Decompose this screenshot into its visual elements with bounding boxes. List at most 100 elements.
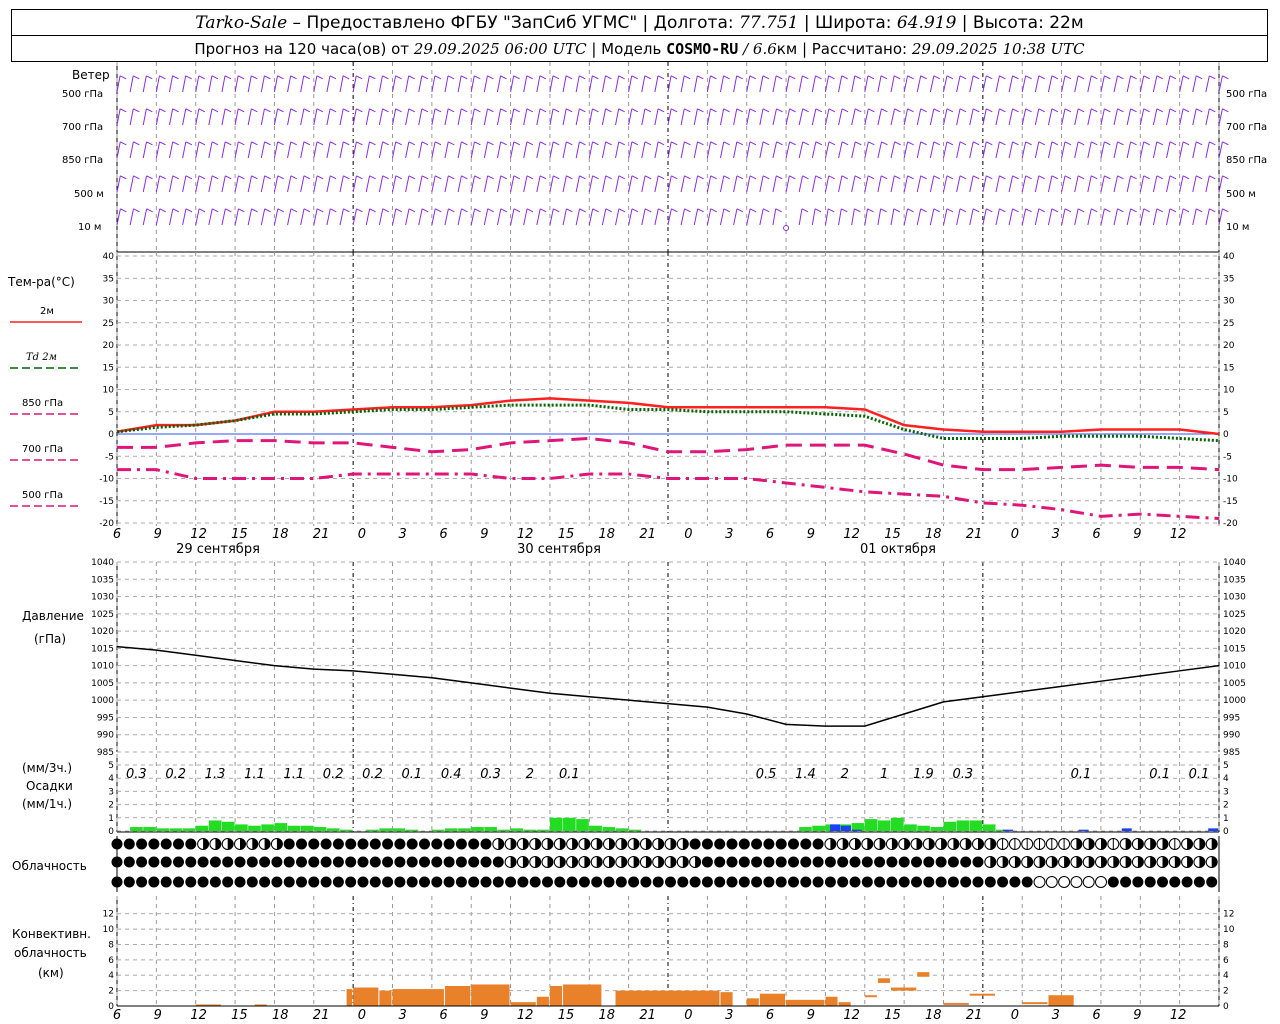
- cloud-overcast-icon: [935, 856, 947, 868]
- wind-barb-shaft: [772, 108, 777, 126]
- wind-barb-shaft: [1139, 208, 1145, 226]
- precip-bar: [602, 827, 616, 831]
- wind-barb-flag: [1130, 141, 1137, 146]
- y-tick-label: 1040: [91, 558, 114, 568]
- wind-barb-flag: [461, 208, 468, 213]
- wind-barb-flag: [828, 175, 835, 180]
- wind-barb-shaft: [1218, 208, 1223, 226]
- wind-barb-flag: [539, 75, 547, 80]
- wind-barb-shaft: [916, 175, 922, 193]
- wind-barb-flag: [343, 141, 350, 146]
- cloud-overcast-icon: [947, 876, 959, 888]
- precip-3h-label: 1.4: [795, 767, 816, 782]
- wind-barb-shaft: [326, 108, 331, 126]
- wind-barb-flag: [670, 108, 678, 113]
- wind-barb-shaft: [798, 75, 803, 93]
- wind-barb-flag: [592, 75, 599, 80]
- wind-barb-shaft: [654, 175, 659, 193]
- wind-barb-flag: [670, 75, 678, 80]
- cloud-partial-fill: [1211, 838, 1218, 850]
- wind-barb-flag: [841, 175, 849, 180]
- cloud-overcast-icon: [640, 876, 652, 888]
- wind-barb-shaft: [956, 75, 961, 93]
- wind-barb-flag: [552, 75, 560, 80]
- wind-barb-flag: [1077, 75, 1085, 80]
- wind-barb-shaft: [890, 108, 896, 126]
- y-tick-label: 0: [108, 430, 114, 440]
- cloud-overcast-icon: [455, 876, 467, 888]
- wind-barb-flag: [618, 75, 625, 80]
- precip-bar: [904, 824, 917, 831]
- precip-bar: [392, 828, 406, 831]
- x-hour-label: 3: [725, 527, 733, 542]
- wind-barb-shaft: [1205, 75, 1210, 93]
- y-tick-label-right: 4: [1223, 971, 1229, 981]
- wind-barb-shaft: [916, 141, 922, 159]
- wind-barb-flag: [605, 175, 612, 180]
- x-hour-label-bottom: 9: [154, 1008, 162, 1023]
- cloud-overcast-icon: [308, 856, 320, 868]
- cloud-partial-fill: [891, 838, 898, 850]
- wind-barb-shaft: [221, 75, 226, 93]
- wind-barb-flag: [762, 75, 770, 80]
- wind-barb-shaft: [483, 175, 489, 193]
- wind-barb-shaft: [510, 208, 515, 226]
- x-hour-label: 9: [1133, 527, 1141, 542]
- wind-barb-shaft: [1061, 208, 1066, 226]
- wind-barb-flag: [933, 208, 941, 213]
- wind-barb-shaft: [431, 208, 436, 226]
- wind-barb-shaft: [352, 108, 357, 126]
- wind-barb-flag: [618, 108, 625, 113]
- cloud-overcast-icon: [800, 838, 812, 850]
- wind-barb-flag: [684, 108, 691, 113]
- wind-barb-shaft: [654, 208, 659, 226]
- x-hour-label: 9: [807, 527, 815, 542]
- wind-barb-shaft: [641, 108, 646, 126]
- y-tick-label: 1005: [91, 679, 114, 689]
- wind-barb-flag: [434, 175, 442, 180]
- wind-barb-flag: [369, 208, 376, 213]
- convective-bar: [891, 987, 917, 991]
- cloud-overcast-icon: [517, 876, 529, 888]
- wind-barb-flag: [710, 75, 717, 80]
- wind-barb-shaft: [1152, 108, 1158, 126]
- wind-barb-shaft: [785, 108, 791, 126]
- cloud-overcast-icon: [283, 856, 295, 868]
- wind-barb-shaft: [260, 141, 266, 159]
- wind-barb-flag: [907, 108, 914, 113]
- wind-barb-flag: [185, 75, 192, 80]
- x-hour-label-bottom: 18: [925, 1008, 942, 1023]
- wind-barb-flag: [1038, 108, 1045, 113]
- wind-barb-shaft: [851, 208, 855, 226]
- wind-barb-shaft: [562, 208, 567, 226]
- wind-barb-shaft: [1034, 208, 1040, 226]
- cloud-partial-fill: [240, 838, 246, 850]
- wind-barb-shaft: [969, 175, 974, 193]
- x-hour-label: 21: [966, 527, 983, 542]
- wind-barb-shaft: [1218, 108, 1223, 126]
- wind-barb-shaft: [969, 75, 974, 93]
- wind-barb-flag: [120, 208, 127, 213]
- wind-barb-shaft: [1047, 141, 1053, 159]
- wind-barb-flag: [579, 75, 586, 80]
- y-tick-label: 2: [108, 987, 114, 997]
- wind-barb-shaft: [418, 141, 423, 159]
- wind-barb-flag: [303, 75, 310, 80]
- wind-barb-flag: [198, 141, 206, 146]
- wind-barb-flag: [671, 175, 678, 180]
- wind-barb-flag: [1195, 141, 1203, 146]
- wind-barb-flag: [867, 75, 875, 80]
- wind-barb-shaft: [378, 175, 384, 193]
- wind-barb-flag: [526, 75, 533, 80]
- wind-barb-flag: [238, 175, 245, 180]
- wind-barb-flag: [251, 208, 258, 213]
- wind-barb-shaft: [444, 141, 449, 159]
- wind-barb-flag: [723, 108, 730, 113]
- x-hour-label: 6: [766, 527, 774, 542]
- wind-barb-shaft: [365, 141, 370, 159]
- wind-barb-flag: [421, 175, 429, 180]
- wind-barb-shaft: [1087, 208, 1092, 226]
- cloud-overcast-icon: [972, 876, 984, 888]
- convective-bar: [759, 993, 786, 1006]
- wind-barb-shaft: [969, 208, 974, 226]
